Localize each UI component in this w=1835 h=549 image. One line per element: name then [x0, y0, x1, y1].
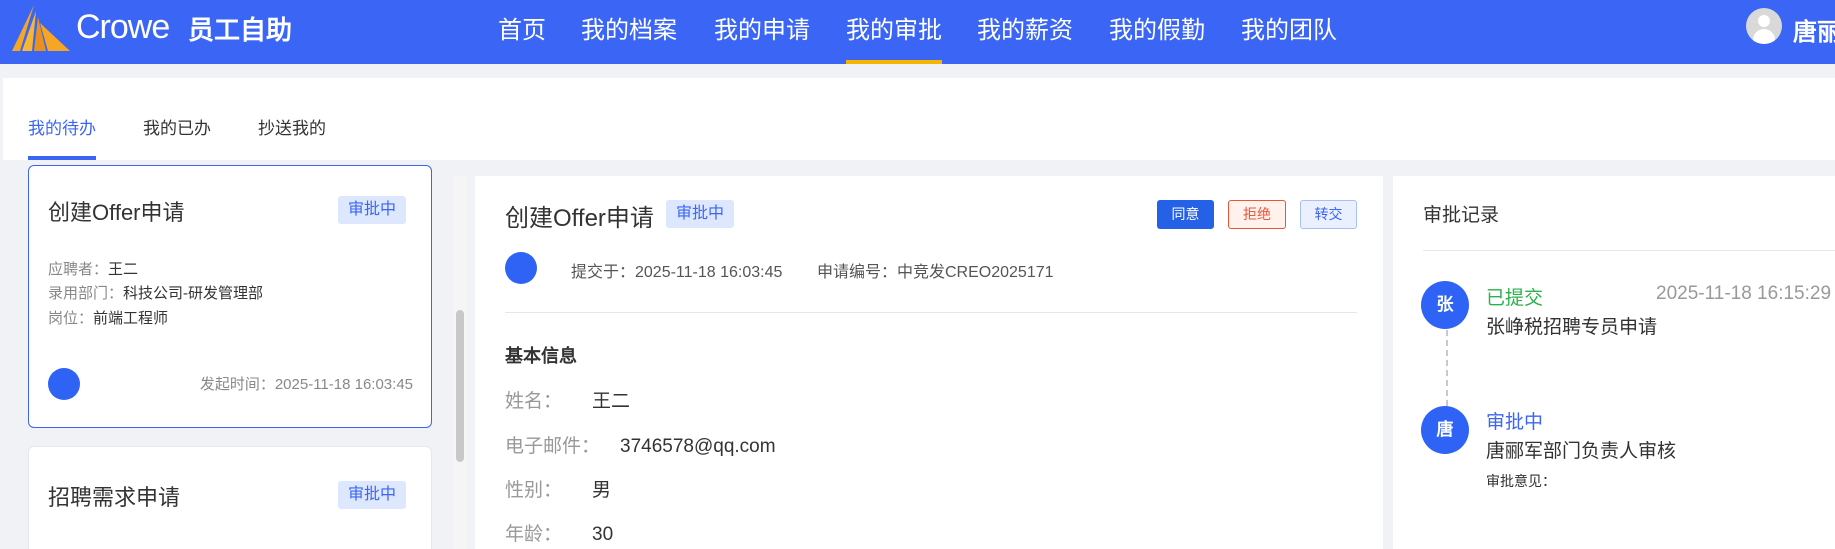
user-avatar-icon[interactable]: [1746, 8, 1782, 44]
reject-button[interactable]: 拒绝: [1228, 200, 1286, 229]
application-code: 申请编号：中竞发CREO2025171: [817, 264, 1054, 281]
nav-home[interactable]: 首页: [498, 10, 546, 64]
detail-status-badge: 审批中: [666, 200, 735, 228]
status-badge: 审批中: [338, 196, 407, 224]
list-item-title: 创建Offer申请: [48, 200, 185, 225]
tab-cc-me[interactable]: 抄送我的: [258, 114, 326, 160]
submitted-time: 提交于：2025-11-18 16:03:45: [571, 264, 783, 281]
created-time: 发起时间：2025-11-18 16:03:45: [199, 376, 413, 393]
tab-pending[interactable]: 我的待办: [28, 114, 96, 160]
nav-applications[interactable]: 我的申请: [714, 10, 810, 64]
approver-avatar: 唐: [1421, 406, 1469, 454]
record-description: 张峥税招聘专员申请: [1486, 317, 1658, 338]
field-gender: 性别：男: [505, 480, 612, 501]
nav-leave[interactable]: 我的假勤: [1109, 10, 1205, 64]
submitter-avatar: [505, 252, 537, 284]
nav-approvals[interactable]: 我的审批: [846, 10, 942, 64]
applicant-line: 应聘者：王二: [48, 261, 139, 278]
list-item[interactable]: 招聘需求申请 审批中: [28, 446, 432, 549]
field-age: 年龄： 30: [505, 524, 614, 545]
divider: [505, 312, 1357, 313]
record-time: 2025-11-18 16:15:29: [1656, 283, 1832, 304]
transfer-button[interactable]: 转交: [1300, 200, 1357, 229]
position-line: 岗位：前端工程师: [48, 310, 169, 327]
list-item[interactable]: 创建Offer申请 审批中 应聘者：王二 录用部门：科技公司-研发管理部 岗位：…: [28, 165, 432, 428]
records-panel: [1393, 176, 1835, 549]
approver-avatar: 张: [1421, 281, 1469, 329]
field-email: 电子邮件： 3746578@qq.com: [505, 436, 776, 457]
top-nav-bar: Crowe 员工自助 首页 我的档案 我的申请 我的审批 我的薪资 我的假勤 我…: [0, 0, 1835, 64]
record-opinion: 审批意见：: [1486, 473, 1556, 489]
status-badge: 审批中: [338, 481, 407, 509]
detail-title: 创建Offer申请: [505, 205, 654, 232]
tab-done[interactable]: 我的已办: [143, 114, 211, 160]
timeline-connector: [1446, 330, 1448, 406]
department-line: 录用部门：科技公司-研发管理部: [48, 285, 264, 302]
applicant-avatar: [48, 368, 80, 400]
nav-profile[interactable]: 我的档案: [581, 10, 677, 64]
list-scrollbar-thumb[interactable]: [456, 310, 464, 462]
approval-tabs-bar: 我的待办 我的已办 抄送我的: [3, 78, 1835, 160]
brand-name: Crowe: [76, 8, 170, 46]
record-status: 审批中: [1486, 412, 1544, 433]
records-title: 审批记录: [1423, 205, 1500, 226]
record-status: 已提交: [1486, 288, 1544, 309]
nav-salary[interactable]: 我的薪资: [977, 10, 1073, 64]
username[interactable]: 唐丽: [1793, 12, 1835, 47]
divider: [1423, 250, 1835, 251]
crowe-logo-icon[interactable]: [12, 4, 70, 52]
list-item-title: 招聘需求申请: [48, 485, 181, 510]
record-description: 唐郦军部门负责人审核: [1486, 441, 1677, 462]
app-title: 员工自助: [188, 15, 293, 45]
agree-button[interactable]: 同意: [1157, 200, 1214, 229]
section-title: 基本信息: [505, 346, 577, 366]
field-name: 姓名： 王二: [505, 391, 631, 412]
nav-team[interactable]: 我的团队: [1241, 10, 1337, 64]
